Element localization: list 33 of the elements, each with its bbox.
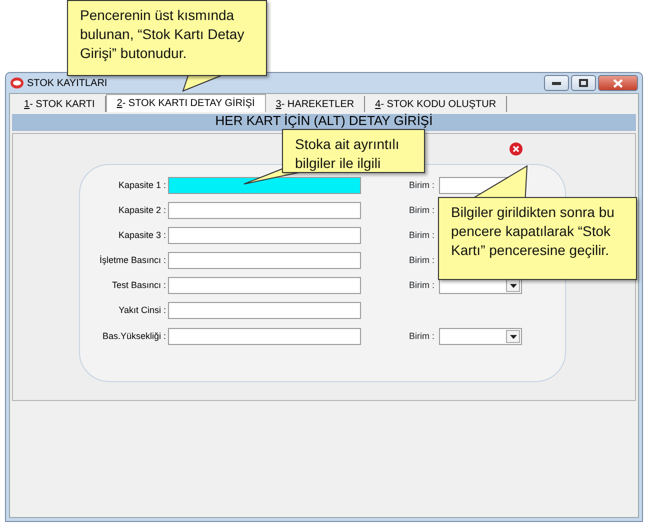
window-title: STOK KAYITLARI <box>27 76 108 90</box>
section-header: HER KART İÇİN (ALT) DETAY GİRİŞİ <box>12 114 636 131</box>
input-field[interactable] <box>168 252 361 269</box>
field-label: Yakıt Cinsi : <box>118 304 167 317</box>
input-field[interactable] <box>168 277 361 294</box>
unit-label: Birim : <box>409 204 436 217</box>
field-label: Kapasite 3 : <box>117 228 167 242</box>
close-icon <box>613 78 623 88</box>
maximize-icon <box>579 79 588 87</box>
field-label: Test Basıncı : <box>110 278 167 292</box>
input-field[interactable] <box>168 302 361 319</box>
unit-label: Birim : <box>409 278 436 292</box>
unit-label: Birim : <box>409 178 436 192</box>
field-label: Kapasite 1 : <box>117 178 167 192</box>
maximize-button[interactable] <box>571 75 596 91</box>
tab[interactable]: 2- STOK KARTI DETAY GİRİŞİ <box>106 94 266 112</box>
minimize-button[interactable] <box>544 75 569 91</box>
unit-label: Birim : <box>409 228 436 242</box>
app-logo-icon <box>10 77 24 89</box>
close-button[interactable] <box>598 75 638 91</box>
field-label: Bas.Yüksekliği : <box>101 330 167 343</box>
input-field[interactable] <box>168 328 361 345</box>
input-field[interactable] <box>168 177 361 194</box>
close-icon[interactable] <box>509 142 523 156</box>
unit-label: Birim : <box>409 330 436 343</box>
caret-icon <box>510 284 516 288</box>
minimize-icon <box>552 82 561 84</box>
input-field[interactable] <box>168 202 361 219</box>
input-field[interactable] <box>168 227 361 244</box>
field-label: Kapasite 2 : <box>117 204 167 217</box>
unit-label: Birim : <box>409 254 436 267</box>
field-label: İşletme Basıncı : <box>98 254 167 267</box>
caret-icon <box>510 334 516 338</box>
